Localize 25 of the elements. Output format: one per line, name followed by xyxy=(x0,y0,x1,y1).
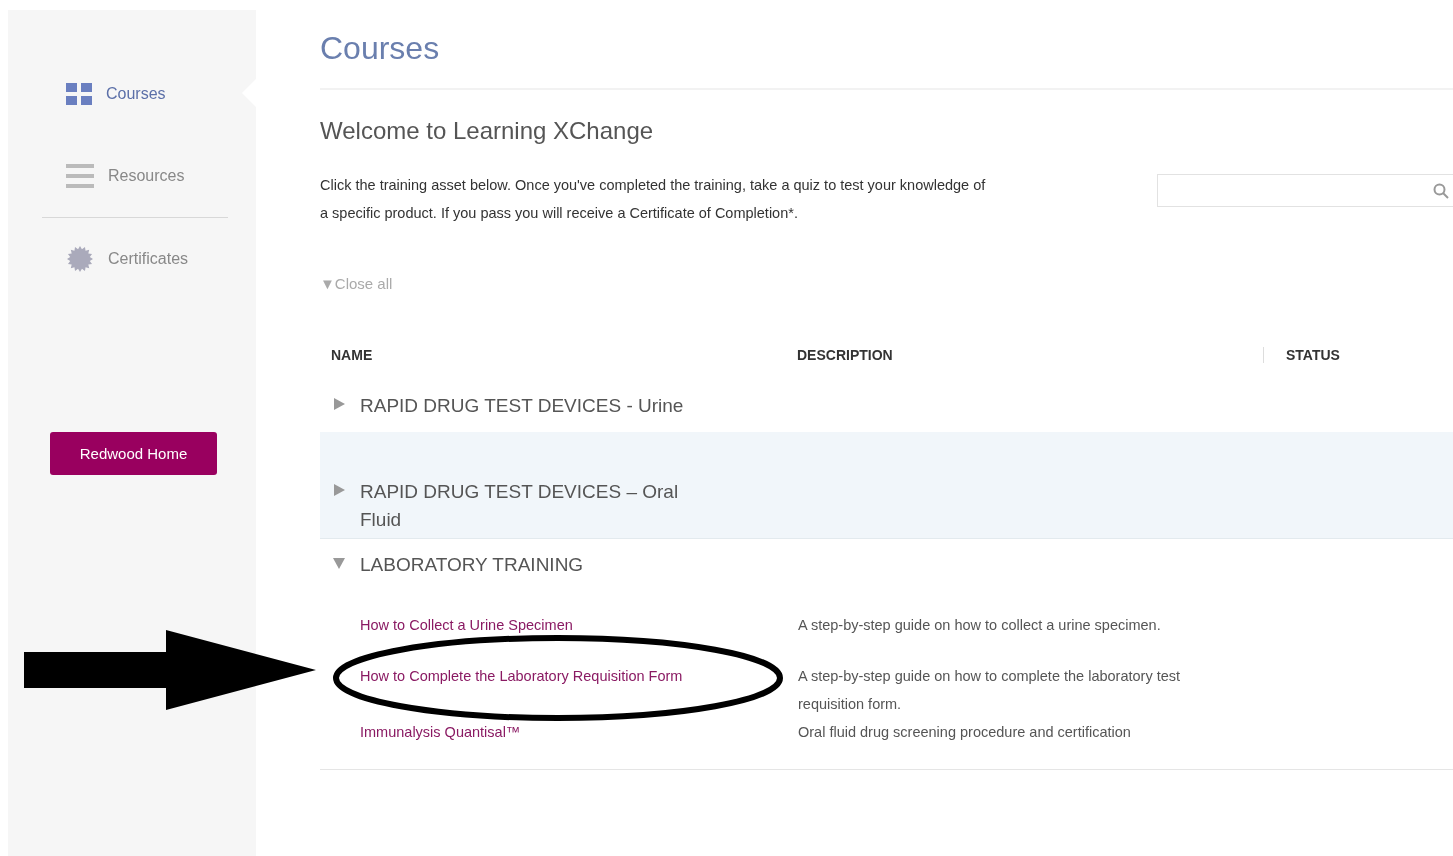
welcome-heading: Welcome to Learning XChange xyxy=(320,116,655,146)
sidebar-item[interactable]: Courses xyxy=(42,53,228,135)
search-icon xyxy=(1433,182,1449,199)
course-link[interactable]: How to Collect a Urine Specimen xyxy=(360,617,573,633)
column-header: NAME xyxy=(331,347,374,363)
expand-icon xyxy=(332,397,346,411)
collapse-icon xyxy=(332,556,346,570)
menu-icon xyxy=(66,164,94,188)
course-link[interactable]: How to Complete the Laboratory Requisition Form xyxy=(360,668,683,684)
search-field[interactable] xyxy=(1157,174,1453,207)
expand-icon xyxy=(332,483,346,497)
column-header: DESCRIPTION xyxy=(797,347,894,363)
course-group-row[interactable]: RAPID DRUG TEST DEVICES – Oral Fluid xyxy=(320,432,1453,539)
course-link[interactable]: Immunalysis Quantisal™ xyxy=(360,724,521,740)
column-header: STATUS xyxy=(1263,347,1453,363)
course-group-row[interactable]: LABORATORY TRAINING xyxy=(320,539,1453,591)
page-title: Courses xyxy=(320,29,441,68)
home-button[interactable]: Redwood Home xyxy=(50,432,217,475)
course-description: A step-by-step guide on how to complete the laboratory test requisition form. xyxy=(798,667,1182,714)
grid-icon xyxy=(66,83,92,105)
course-description: A step-by-step guide on how to collect a urine specimen. xyxy=(798,616,1162,635)
course-group-row[interactable]: RAPID DRUG TEST DEVICES - Urine xyxy=(320,380,1453,432)
seal-icon xyxy=(66,245,94,273)
intro-text: Click the training asset below. Once you've completed the training, take a quiz to test your knowledge of a specific product. If you pass you will receive a Certificate of Completion*. xyxy=(320,176,987,223)
course-description: Oral fluid drug screening procedure and certification xyxy=(798,723,1132,742)
